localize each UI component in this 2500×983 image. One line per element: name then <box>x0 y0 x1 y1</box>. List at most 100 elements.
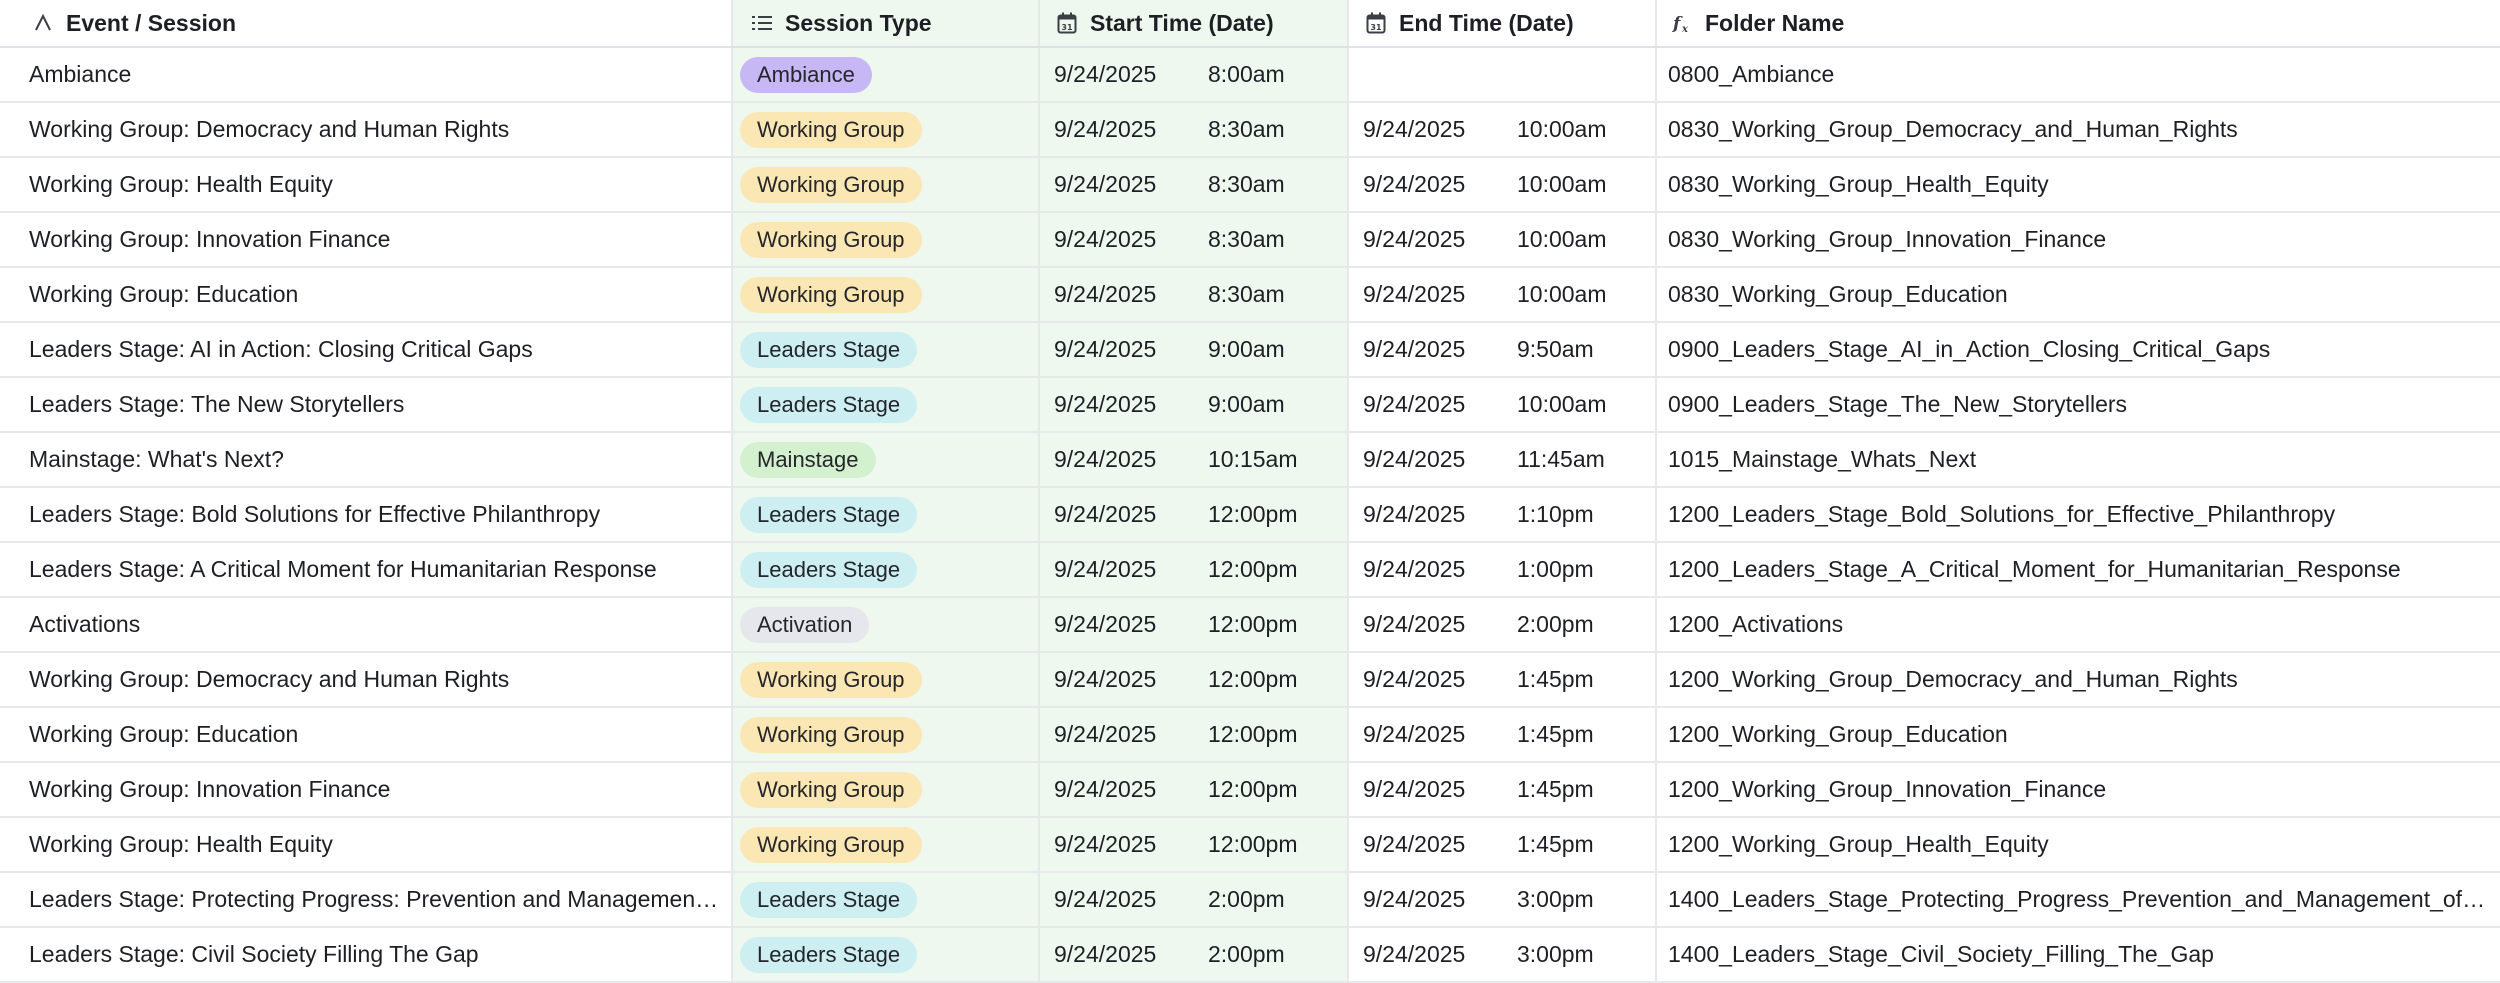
cell-start-time[interactable]: 9/24/2025 12:00pm <box>1040 598 1349 651</box>
cell-session-type[interactable]: Leaders Stage <box>733 873 1040 926</box>
cell-end-time[interactable]: 9/24/2025 1:45pm <box>1349 763 1657 816</box>
column-header-session-type[interactable]: Session Type <box>733 0 1040 46</box>
cell-session-type[interactable]: Working Group <box>733 158 1040 211</box>
cell-event[interactable]: Leaders Stage: The New Storytellers <box>0 378 733 431</box>
cell-event[interactable]: Working Group: Innovation Finance <box>0 763 733 816</box>
cell-start-time[interactable]: 9/24/2025 12:00pm <box>1040 818 1349 871</box>
cell-event[interactable]: Working Group: Education <box>0 708 733 761</box>
cell-event[interactable]: Activations <box>0 598 733 651</box>
column-header-end-time[interactable]: 31 End Time (Date) <box>1349 0 1657 46</box>
cell-session-type[interactable]: Mainstage <box>733 433 1040 486</box>
cell-end-time[interactable]: 9/24/2025 11:45am <box>1349 433 1657 486</box>
table-row[interactable]: Working Group: Education Working Group 9… <box>0 268 2500 323</box>
cell-folder-name[interactable]: 0830_Working_Group_Health_Equity <box>1657 158 2500 211</box>
table-row[interactable]: Mainstage: What's Next? Mainstage 9/24/2… <box>0 433 2500 488</box>
cell-event[interactable]: Working Group: Education <box>0 268 733 321</box>
cell-session-type[interactable]: Working Group <box>733 763 1040 816</box>
cell-end-time[interactable]: 9/24/2025 1:00pm <box>1349 543 1657 596</box>
table-row[interactable]: Working Group: Education Working Group 9… <box>0 708 2500 763</box>
cell-end-time[interactable]: 9/24/2025 10:00am <box>1349 158 1657 211</box>
table-row[interactable]: Working Group: Innovation Finance Workin… <box>0 763 2500 818</box>
cell-start-time[interactable]: 9/24/2025 12:00pm <box>1040 763 1349 816</box>
cell-session-type[interactable]: Working Group <box>733 268 1040 321</box>
column-header-start-time[interactable]: 31 Start Time (Date) <box>1040 0 1349 46</box>
cell-end-time[interactable]: 9/24/2025 10:00am <box>1349 268 1657 321</box>
cell-end-time[interactable] <box>1349 48 1657 101</box>
cell-event[interactable]: Working Group: Health Equity <box>0 158 733 211</box>
cell-end-time[interactable]: 9/24/2025 1:45pm <box>1349 818 1657 871</box>
cell-start-time[interactable]: 9/24/2025 12:00pm <box>1040 708 1349 761</box>
cell-folder-name[interactable]: 1400_Leaders_Stage_Protecting_Progress_P… <box>1657 873 2500 926</box>
cell-event[interactable]: Leaders Stage: A Critical Moment for Hum… <box>0 543 733 596</box>
table-row[interactable]: Ambiance Ambiance 9/24/2025 8:00am 0800_… <box>0 48 2500 103</box>
cell-event[interactable]: Working Group: Health Equity <box>0 818 733 871</box>
cell-session-type[interactable]: Activation <box>733 598 1040 651</box>
cell-end-time[interactable]: 9/24/2025 1:45pm <box>1349 653 1657 706</box>
cell-event[interactable]: Mainstage: What's Next? <box>0 433 733 486</box>
cell-event[interactable]: Leaders Stage: Bold Solutions for Effect… <box>0 488 733 541</box>
cell-start-time[interactable]: 9/24/2025 9:00am <box>1040 378 1349 431</box>
cell-start-time[interactable]: 9/24/2025 12:00pm <box>1040 543 1349 596</box>
table-row[interactable]: Working Group: Democracy and Human Right… <box>0 653 2500 708</box>
cell-session-type[interactable]: Working Group <box>733 653 1040 706</box>
cell-folder-name[interactable]: 1200_Working_Group_Democracy_and_Human_R… <box>1657 653 2500 706</box>
cell-folder-name[interactable]: 1200_Working_Group_Health_Equity <box>1657 818 2500 871</box>
cell-end-time[interactable]: 9/24/2025 3:00pm <box>1349 928 1657 981</box>
cell-session-type[interactable]: Leaders Stage <box>733 543 1040 596</box>
cell-end-time[interactable]: 9/24/2025 2:00pm <box>1349 598 1657 651</box>
table-row[interactable]: Leaders Stage: AI in Action: Closing Cri… <box>0 323 2500 378</box>
cell-folder-name[interactable]: 0830_Working_Group_Innovation_Finance <box>1657 213 2500 266</box>
cell-session-type[interactable]: Working Group <box>733 103 1040 156</box>
cell-folder-name[interactable]: 0800_Ambiance <box>1657 48 2500 101</box>
cell-session-type[interactable]: Leaders Stage <box>733 378 1040 431</box>
cell-start-time[interactable]: 9/24/2025 8:30am <box>1040 268 1349 321</box>
cell-folder-name[interactable]: 1200_Activations <box>1657 598 2500 651</box>
cell-start-time[interactable]: 9/24/2025 2:00pm <box>1040 873 1349 926</box>
table-row[interactable]: Leaders Stage: The New Storytellers Lead… <box>0 378 2500 433</box>
cell-session-type[interactable]: Working Group <box>733 213 1040 266</box>
table-row[interactable]: Leaders Stage: Bold Solutions for Effect… <box>0 488 2500 543</box>
table-row[interactable]: Leaders Stage: A Critical Moment for Hum… <box>0 543 2500 598</box>
cell-folder-name[interactable]: 0900_Leaders_Stage_The_New_Storytellers <box>1657 378 2500 431</box>
cell-end-time[interactable]: 9/24/2025 3:00pm <box>1349 873 1657 926</box>
cell-folder-name[interactable]: 0830_Working_Group_Education <box>1657 268 2500 321</box>
cell-folder-name[interactable]: 1200_Leaders_Stage_Bold_Solutions_for_Ef… <box>1657 488 2500 541</box>
cell-session-type[interactable]: Leaders Stage <box>733 928 1040 981</box>
cell-event[interactable]: Leaders Stage: Civil Society Filling The… <box>0 928 733 981</box>
cell-start-time[interactable]: 9/24/2025 8:30am <box>1040 103 1349 156</box>
cell-session-type[interactable]: Leaders Stage <box>733 323 1040 376</box>
cell-folder-name[interactable]: 0830_Working_Group_Democracy_and_Human_R… <box>1657 103 2500 156</box>
cell-event[interactable]: Leaders Stage: AI in Action: Closing Cri… <box>0 323 733 376</box>
cell-session-type[interactable]: Ambiance <box>733 48 1040 101</box>
cell-end-time[interactable]: 9/24/2025 9:50am <box>1349 323 1657 376</box>
cell-folder-name[interactable]: 1200_Working_Group_Innovation_Finance <box>1657 763 2500 816</box>
cell-end-time[interactable]: 9/24/2025 10:00am <box>1349 213 1657 266</box>
cell-end-time[interactable]: 9/24/2025 1:45pm <box>1349 708 1657 761</box>
column-header-event[interactable]: Event / Session <box>0 0 733 46</box>
table-row[interactable]: Working Group: Health Equity Working Gro… <box>0 158 2500 213</box>
table-row[interactable]: Working Group: Innovation Finance Workin… <box>0 213 2500 268</box>
cell-folder-name[interactable]: 0900_Leaders_Stage_AI_in_Action_Closing_… <box>1657 323 2500 376</box>
cell-start-time[interactable]: 9/24/2025 10:15am <box>1040 433 1349 486</box>
cell-end-time[interactable]: 9/24/2025 10:00am <box>1349 378 1657 431</box>
column-header-folder-name[interactable]: f x Folder Name <box>1657 0 2500 46</box>
cell-folder-name[interactable]: 1015_Mainstage_Whats_Next <box>1657 433 2500 486</box>
cell-start-time[interactable]: 9/24/2025 2:00pm <box>1040 928 1349 981</box>
cell-event[interactable]: Working Group: Democracy and Human Right… <box>0 653 733 706</box>
table-row[interactable]: Leaders Stage: Civil Society Filling The… <box>0 928 2500 983</box>
cell-session-type[interactable]: Working Group <box>733 708 1040 761</box>
cell-event[interactable]: Leaders Stage: Protecting Progress: Prev… <box>0 873 733 926</box>
cell-event[interactable]: Working Group: Innovation Finance <box>0 213 733 266</box>
cell-start-time[interactable]: 9/24/2025 8:00am <box>1040 48 1349 101</box>
table-row[interactable]: Working Group: Health Equity Working Gro… <box>0 818 2500 873</box>
cell-start-time[interactable]: 9/24/2025 9:00am <box>1040 323 1349 376</box>
cell-event[interactable]: Ambiance <box>0 48 733 101</box>
cell-session-type[interactable]: Working Group <box>733 818 1040 871</box>
table-row[interactable]: Working Group: Democracy and Human Right… <box>0 103 2500 158</box>
cell-end-time[interactable]: 9/24/2025 10:00am <box>1349 103 1657 156</box>
cell-folder-name[interactable]: 1200_Working_Group_Education <box>1657 708 2500 761</box>
cell-folder-name[interactable]: 1200_Leaders_Stage_A_Critical_Moment_for… <box>1657 543 2500 596</box>
cell-folder-name[interactable]: 1400_Leaders_Stage_Civil_Society_Filling… <box>1657 928 2500 981</box>
cell-start-time[interactable]: 9/24/2025 12:00pm <box>1040 653 1349 706</box>
cell-start-time[interactable]: 9/24/2025 12:00pm <box>1040 488 1349 541</box>
